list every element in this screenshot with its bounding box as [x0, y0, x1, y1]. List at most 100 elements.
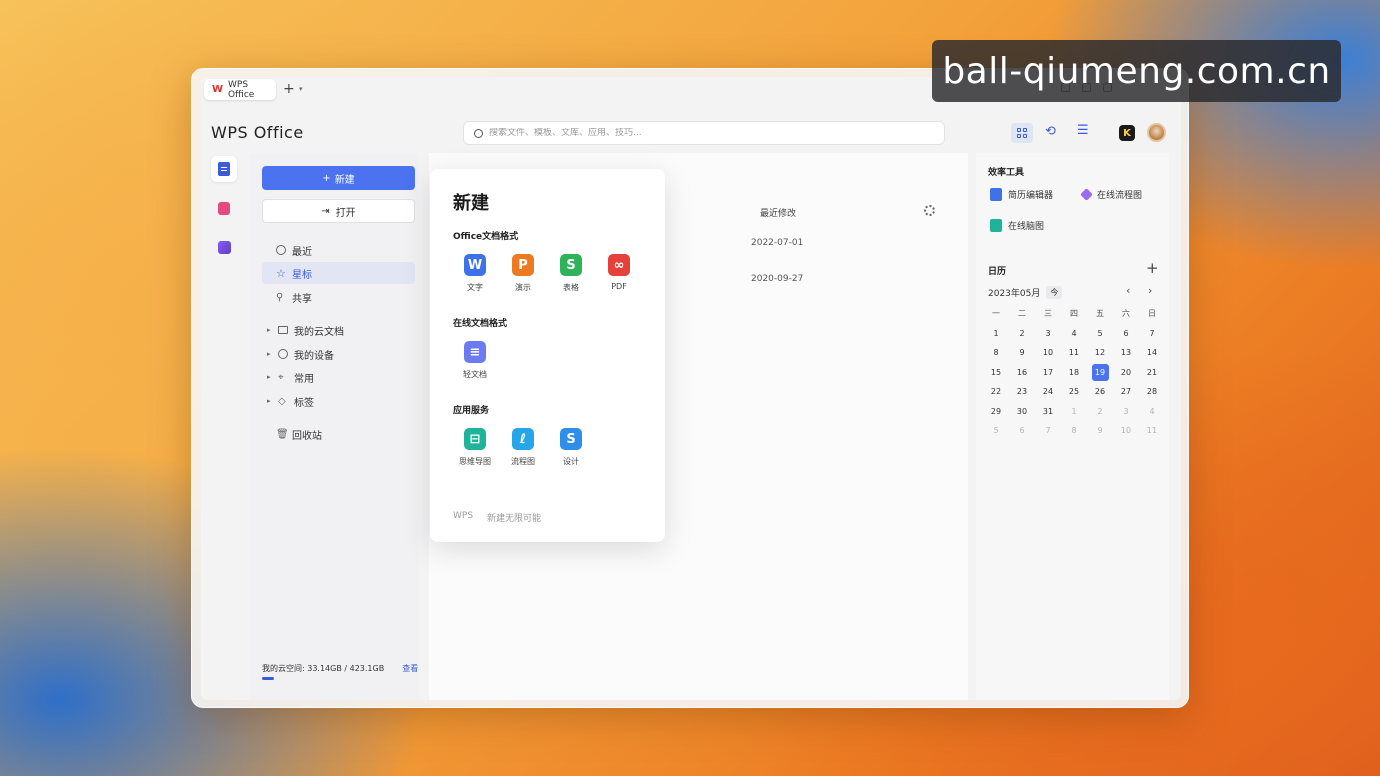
new-flowchart-button[interactable]: ℓ 流程图: [503, 428, 543, 467]
calendar-day[interactable]: 24: [1035, 382, 1061, 402]
calendar-day[interactable]: 14: [1139, 343, 1165, 363]
prev-month-button[interactable]: ‹: [1126, 284, 1130, 297]
pdf-icon: [218, 201, 230, 215]
calendar-day[interactable]: 6: [1113, 324, 1139, 344]
calendar-day[interactable]: 16: [1009, 363, 1035, 383]
calendar-day-today[interactable]: 19: [1087, 363, 1113, 383]
flowchart-icon: ℓ: [512, 428, 534, 450]
tool-online-flowchart[interactable]: 在线流程图: [1080, 188, 1142, 201]
sidebar-item-label: 共享: [292, 293, 312, 305]
calendar-day[interactable]: 18: [1061, 363, 1087, 383]
app-label: 轻文档: [463, 370, 487, 379]
calendar-day[interactable]: 22: [983, 382, 1009, 402]
sidebar-item-my-devices[interactable]: ▸ 我的设备: [262, 343, 415, 365]
sidebar-item-recent[interactable]: 最近: [262, 239, 415, 261]
sidebar-item-label: 我的设备: [294, 350, 334, 362]
calendar-day[interactable]: 9: [1087, 421, 1113, 441]
rail-apps[interactable]: [211, 234, 237, 260]
calendar-day[interactable]: 27: [1113, 382, 1139, 402]
new-presentation-button[interactable]: P 演示: [503, 254, 543, 293]
sync-icon[interactable]: ⟲: [1045, 124, 1056, 139]
new-light-doc-button[interactable]: ≡ 轻文档: [455, 341, 495, 380]
column-header-modified[interactable]: 最近修改: [760, 206, 796, 219]
calendar-day[interactable]: 5: [1087, 324, 1113, 344]
new-button[interactable]: + 新建: [262, 166, 415, 190]
expand-arrow-icon[interactable]: ▸: [267, 397, 272, 405]
next-month-button[interactable]: ›: [1148, 284, 1152, 297]
pin-icon: ⌖: [278, 371, 284, 383]
calendar-day[interactable]: 15: [983, 363, 1009, 383]
sidebar-item-common[interactable]: ▸ ⌖ 常用: [262, 366, 415, 388]
calendar-day[interactable]: 4: [1061, 324, 1087, 344]
calendar-day[interactable]: 3: [1113, 402, 1139, 422]
calendar-day[interactable]: 9: [1009, 343, 1035, 363]
calendar-day[interactable]: 3: [1035, 324, 1061, 344]
calendar-day[interactable]: 6: [1009, 421, 1035, 441]
calendar-day[interactable]: 1: [983, 324, 1009, 344]
sidebar-item-cloud-docs[interactable]: ▸ 我的云文档: [262, 319, 415, 341]
open-button[interactable]: ⇥ 打开: [262, 199, 415, 223]
calendar-day[interactable]: 31: [1035, 402, 1061, 422]
gear-icon[interactable]: [924, 205, 935, 216]
list-menu-icon[interactable]: ☰: [1077, 123, 1089, 138]
calendar-day[interactable]: 1: [1061, 402, 1087, 422]
calendar-day[interactable]: 11: [1139, 421, 1165, 441]
tool-online-mindmap[interactable]: 在线脑图: [990, 219, 1044, 232]
calendar-day[interactable]: 30: [1009, 402, 1035, 422]
new-pdf-button[interactable]: ∞ PDF: [599, 254, 639, 291]
calendar-day[interactable]: 12: [1087, 343, 1113, 363]
sidebar-item-shared[interactable]: ⚲ 共享: [262, 286, 415, 308]
calendar-day[interactable]: 13: [1113, 343, 1139, 363]
calendar-day[interactable]: 8: [983, 343, 1009, 363]
expand-arrow-icon[interactable]: ▸: [267, 350, 272, 358]
calendar-day[interactable]: 11: [1061, 343, 1087, 363]
calendar-day[interactable]: 5: [983, 421, 1009, 441]
add-event-button[interactable]: +: [1146, 259, 1159, 277]
tab-dropdown-icon[interactable]: ▾: [299, 85, 303, 93]
calendar-day[interactable]: 4: [1139, 402, 1165, 422]
new-document-popup: 新建 Office文档格式 W 文字 P 演示 S 表格 ∞ PDF 在线文档格…: [430, 169, 665, 542]
weekday-label: 三: [1044, 309, 1052, 319]
new-spreadsheet-button[interactable]: S 表格: [551, 254, 591, 293]
sidebar-item-label: 我的云文档: [294, 326, 344, 338]
sidebar-item-label: 回收站: [292, 430, 322, 442]
app-title: WPS Office: [211, 123, 304, 142]
calendar-day[interactable]: 25: [1061, 382, 1087, 402]
search-bar[interactable]: [463, 121, 945, 145]
calendar-day[interactable]: 28: [1139, 382, 1165, 402]
folder-icon: [278, 326, 288, 334]
calendar-day[interactable]: 29: [983, 402, 1009, 422]
today-button[interactable]: 今: [1046, 286, 1063, 299]
calendar-day[interactable]: 10: [1035, 343, 1061, 363]
tab-wps-office[interactable]: W WPS Office: [204, 79, 276, 100]
sidebar-item-trash[interactable]: 🗑 回收站: [262, 423, 415, 445]
calendar-day[interactable]: 2: [1087, 402, 1113, 422]
expand-arrow-icon[interactable]: ▸: [267, 373, 272, 381]
search-input[interactable]: [489, 128, 889, 138]
calendar-day[interactable]: 23: [1009, 382, 1035, 402]
calendar-day[interactable]: 8: [1061, 421, 1087, 441]
calendar-day[interactable]: 20: [1113, 363, 1139, 383]
rail-pdf[interactable]: [211, 195, 237, 221]
new-tab-button[interactable]: +: [283, 81, 295, 97]
new-mindmap-button[interactable]: ⊟ 思维导图: [455, 428, 495, 467]
calendar-day[interactable]: 21: [1139, 363, 1165, 383]
rail-documents[interactable]: [211, 156, 237, 182]
new-writer-button[interactable]: W 文字: [455, 254, 495, 293]
avatar[interactable]: [1147, 123, 1166, 142]
sidebar-item-starred[interactable]: ☆ 星标: [262, 262, 415, 284]
storage-view-link[interactable]: 查看: [402, 663, 418, 674]
calendar-day[interactable]: 7: [1035, 421, 1061, 441]
weekday-label: 四: [1070, 309, 1078, 319]
new-design-button[interactable]: S 设计: [551, 428, 591, 467]
calendar-day[interactable]: 7: [1139, 324, 1165, 344]
calendar-day[interactable]: 17: [1035, 363, 1061, 383]
tool-resume-editor[interactable]: 简历编辑器: [990, 188, 1053, 201]
calendar-day[interactable]: 26: [1087, 382, 1113, 402]
calendar-day[interactable]: 2: [1009, 324, 1035, 344]
sidebar-item-tags[interactable]: ▸ ◇ 标签: [262, 390, 415, 412]
calendar-day[interactable]: 10: [1113, 421, 1139, 441]
expand-arrow-icon[interactable]: ▸: [267, 326, 272, 334]
k-badge-icon[interactable]: K: [1119, 125, 1135, 141]
grid-view-icon[interactable]: [1011, 123, 1033, 143]
